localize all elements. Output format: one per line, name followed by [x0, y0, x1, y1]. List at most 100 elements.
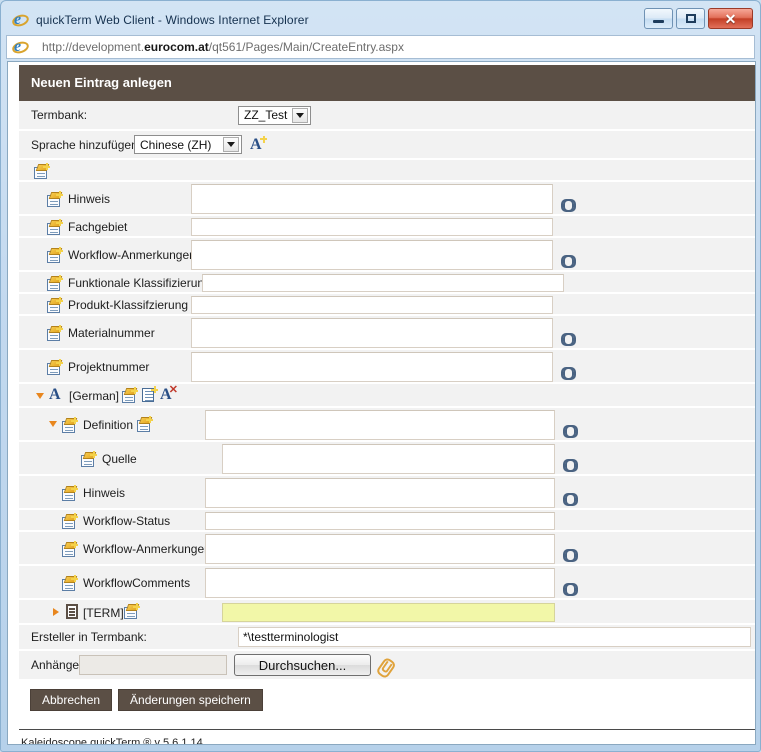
add-subfield-icon[interactable] [137, 416, 153, 432]
collapse-triangle-icon[interactable] [49, 421, 57, 427]
link-icon[interactable] [563, 493, 578, 506]
term-icon [65, 604, 79, 619]
link-icon-cell[interactable] [561, 251, 576, 269]
save-button[interactable]: Änderungen speichern [118, 689, 263, 711]
link-icon-cell[interactable] [563, 579, 578, 597]
cancel-button[interactable]: Abbrechen [30, 689, 113, 711]
field-row: Hinweis [19, 182, 755, 216]
link-icon[interactable] [561, 255, 576, 268]
chevron-down-icon[interactable] [292, 107, 309, 123]
add-entry-field-icon[interactable] [34, 163, 50, 179]
link-icon[interactable] [563, 549, 578, 562]
field-row: WorkflowComments [19, 566, 755, 600]
link-icon[interactable] [563, 459, 578, 472]
field-add-icon[interactable] [62, 575, 78, 591]
field-label: Definition [83, 418, 134, 432]
link-icon-cell[interactable] [561, 195, 576, 213]
window-controls: ✕ [644, 8, 753, 29]
field-add-icon[interactable] [47, 191, 63, 207]
field-input[interactable] [205, 512, 555, 530]
field-add-icon[interactable] [47, 219, 63, 235]
creator-row: Ersteller in Termbank: *\testterminologi… [19, 625, 755, 651]
field-add-icon[interactable] [47, 247, 63, 263]
link-icon[interactable] [561, 199, 576, 212]
link-icon-cell[interactable] [561, 363, 576, 381]
chevron-down-icon[interactable] [223, 137, 239, 152]
close-button[interactable]: ✕ [708, 8, 753, 29]
add-term-icon[interactable] [141, 386, 158, 403]
paperclip-icon[interactable] [376, 655, 396, 675]
footer-text: Kaleidoscope quickTerm ® v 5.6.1.14 [21, 737, 203, 745]
link-icon[interactable] [561, 333, 576, 346]
field-row: Fachgebiet [19, 216, 755, 238]
minimize-icon [653, 20, 664, 23]
url-domain: eurocom.at [144, 40, 209, 54]
maximize-button[interactable] [676, 8, 705, 29]
add-language-label: Sprache hinzufügen [31, 137, 138, 152]
field-input[interactable] [191, 352, 553, 382]
add-language-select[interactable]: Chinese (ZH) [134, 135, 242, 154]
minimize-button[interactable] [644, 8, 673, 29]
address-bar-favicon: e [10, 38, 31, 56]
term-row: [TERM] [19, 600, 755, 625]
field-add-icon[interactable] [62, 485, 78, 501]
field-row: Projektnummer [19, 350, 755, 384]
field-add-icon[interactable] [47, 359, 63, 375]
internet-explorer-icon: e [10, 11, 31, 29]
field-input[interactable] [191, 318, 553, 348]
link-icon-cell[interactable] [561, 329, 576, 347]
field-input[interactable] [222, 444, 555, 474]
expand-triangle-icon[interactable] [53, 608, 59, 616]
field-input[interactable] [202, 274, 564, 292]
address-bar[interactable]: e http://development.eurocom.at/qt561/Pa… [6, 35, 755, 59]
field-label: WorkflowComments [83, 576, 191, 590]
term-input[interactable] [222, 603, 555, 622]
field-label: Projektnummer [68, 360, 150, 374]
field-label: Funktionale Klassifizierung [68, 276, 211, 290]
termbank-selected-value: ZZ_Test [244, 108, 288, 122]
field-add-icon[interactable] [47, 325, 63, 341]
field-add-icon[interactable] [47, 275, 63, 291]
language-letter-icon: A [49, 386, 61, 403]
field-label: Produkt-Klassifzierung [68, 298, 189, 312]
field-row: Workflow-Anmerkungen [19, 238, 755, 272]
add-language-icon[interactable]: A [250, 135, 267, 153]
add-language-field-icon[interactable] [122, 387, 138, 403]
creator-input[interactable]: *\testterminologist [238, 627, 751, 647]
url-scheme: http://development. [42, 40, 145, 54]
field-label: Workflow-Status [83, 514, 171, 528]
field-input[interactable] [191, 184, 553, 214]
termbank-label: Termbank: [31, 108, 88, 122]
add-term-field-icon[interactable] [124, 603, 140, 619]
link-icon-cell[interactable] [563, 489, 578, 507]
field-input[interactable] [191, 218, 553, 236]
field-input[interactable] [191, 296, 553, 314]
field-input[interactable] [205, 478, 555, 508]
termbank-select[interactable]: ZZ_Test [238, 105, 312, 125]
field-input[interactable] [205, 410, 555, 440]
language-field-list: Definition Quelle Hinweis Workflow-Status Wo… [19, 408, 755, 600]
link-icon-cell[interactable] [563, 421, 578, 439]
field-label: Hinweis [68, 192, 111, 206]
delete-language-icon[interactable]: A ✕ [160, 385, 178, 403]
field-add-icon[interactable] [62, 417, 78, 433]
browse-button[interactable]: Durchsuchen... [234, 654, 371, 676]
field-input[interactable] [205, 568, 555, 598]
link-icon[interactable] [563, 583, 578, 596]
link-icon[interactable] [561, 367, 576, 380]
field-add-icon[interactable] [81, 451, 97, 467]
field-add-icon[interactable] [62, 541, 78, 557]
field-add-icon[interactable] [47, 297, 63, 313]
field-input[interactable] [205, 534, 555, 564]
field-row: Produkt-Klassifzierung [19, 294, 755, 316]
link-icon-cell[interactable] [563, 455, 578, 473]
browser-window: e quickTerm Web Client - Windows Interne… [0, 0, 761, 752]
field-label: Workflow-Anmerkungen [68, 248, 196, 262]
link-icon[interactable] [563, 425, 578, 438]
field-input[interactable] [191, 240, 553, 270]
attachments-input[interactable] [79, 655, 227, 675]
link-icon-cell[interactable] [563, 545, 578, 563]
add-language-row: Sprache hinzufügen Chinese (ZH) A [19, 131, 755, 160]
field-add-icon[interactable] [62, 513, 78, 529]
collapse-triangle-icon[interactable] [36, 393, 44, 399]
